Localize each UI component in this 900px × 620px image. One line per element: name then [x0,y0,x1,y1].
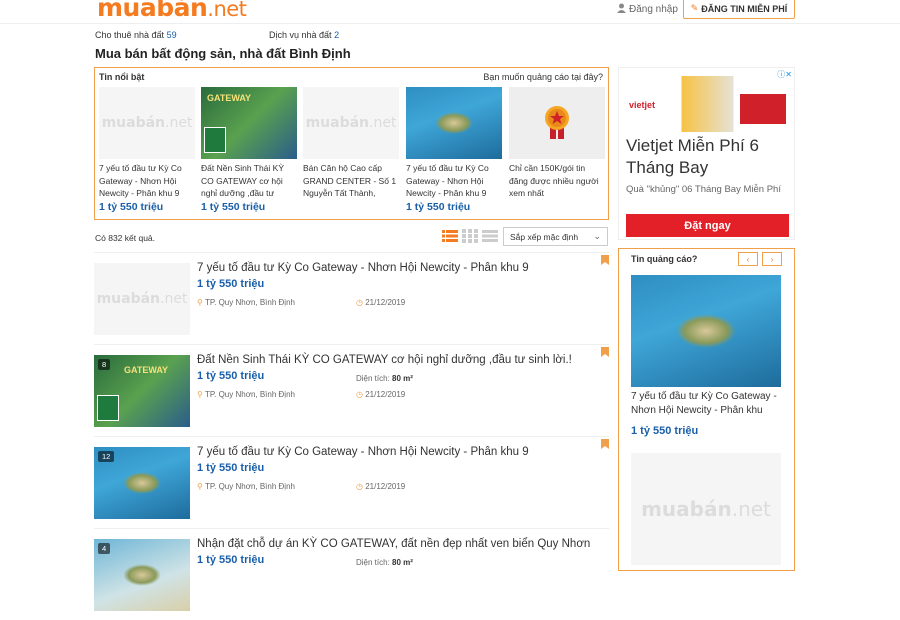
advertise-here-link[interactable]: Bạn muốn quảng cáo tại đây? [483,72,603,82]
prev-arrow-icon[interactable]: ‹ [738,252,758,266]
subnav-item-services[interactable]: Dịch vụ nhà đất 2 [269,30,339,40]
featured-card-title: Bán Căn hộ Cao cấp GRAND CENTER - Số 1 N… [303,163,397,198]
clock-icon: ◷ [356,390,363,399]
listing-row[interactable]: 8 GATEWAY Đất Nền Sinh Thái KỲ CO GATEWAY… [94,344,609,436]
sort-select[interactable]: Sắp xếp mặc định ⌄ [503,227,608,246]
featured-card-title: 7 yếu tố đầu tư Kỳ Co Gateway - Nhơn Hội… [99,163,182,198]
grid-view-icon[interactable] [462,229,478,243]
clock-icon: ◷ [356,482,363,491]
sidebar-ads: Tin quảng cáo? ‹ › 7 yếu tố đầu tư Kỳ Co… [618,248,795,571]
featured-card[interactable]: 7 yếu tố đầu tư Kỳ Co Gateway - Nhơn Hội… [406,87,502,213]
ad-choices-icon[interactable]: ⓘ✕ [777,69,792,80]
listing-area: Diện tích: 80 m² [356,558,413,567]
ad-headline: Vietjet Miễn Phí 6 Tháng Bay [626,136,759,177]
view-toggle [442,229,498,243]
listing-area: Diện tích: 80 m² [356,374,413,383]
star-medal-icon [545,106,569,139]
vietjet-ad[interactable]: vietjet ⓘ✕ Vietjet Miễn Phí 6 Tháng Bay … [618,67,795,240]
sea-aerial-image: 4 [94,539,190,611]
site-logo[interactable]: muabán.net [97,0,247,24]
result-count: Có 832 kết quả. [95,233,156,243]
sidebar-item-title[interactable]: 7 yếu tố đầu tư Kỳ Co Gateway - Nhơn Hội… [631,390,786,418]
subnav-item-rent[interactable]: Cho thuê nhà đất 59 [95,30,177,40]
sea-aerial-image [406,87,502,159]
listing-row[interactable]: 12 7 yếu tố đầu tư Kỳ Co Gateway - Nhơn … [94,436,609,528]
featured-box: Tin nổi bật Bạn muốn quảng cáo tại đây? … [94,67,609,220]
placeholder-image: muabán.net [303,87,399,159]
sea-aerial-image[interactable] [631,275,781,387]
listing-date: ◷ 21/12/2019 [356,298,406,307]
map-pin-icon: ⚲ [197,482,203,491]
listing-location: ⚲ TP. Quy Nhơn, Bình Định [197,298,295,307]
photo-count-badge: 12 [98,451,115,462]
bookmark-icon[interactable] [601,255,609,265]
list-view-icon[interactable] [442,229,458,243]
featured-card-title: Đất Nền Sinh Thái KỲ CO GATEWAY cơ hội n… [201,163,284,198]
page-title: Mua bán bất động sản, nhà đất Bình Định [95,46,351,61]
pencil-icon: ✎ [690,3,699,13]
post-free-button[interactable]: ✎ ĐĂNG TIN MIỄN PHÍ [683,0,795,19]
login-label: Đăng nhập [629,4,678,15]
photo-count-badge: 4 [98,543,111,554]
photo-count-badge: 8 [98,359,111,370]
featured-card[interactable]: Chỉ cần 150K/gói tin đăng được nhiều ngư… [509,87,605,201]
featured-card-price: 1 tỷ 550 triệu [406,201,471,213]
bookmark-icon[interactable] [601,439,609,449]
gateway-image: 8 GATEWAY [94,355,190,427]
featured-card[interactable]: muabán.net Bán Căn hộ Cao cấp GRAND CENT… [303,87,399,201]
ad-banner-image: vietjet [626,76,789,132]
sea-aerial-image: 12 [94,447,190,519]
gateway-image: GATEWAY [201,87,297,159]
featured-card[interactable]: GATEWAY Đất Nền Sinh Thái KỲ CO GATEWAY … [201,87,297,213]
ad-subtext: Quà "khủng" 06 Tháng Bay Miễn Phí [626,184,781,195]
featured-card-title: 7 yếu tố đầu tư Kỳ Co Gateway - Nhơn Hội… [406,163,489,198]
sidebar-item-price: 1 tỷ 550 triệu [631,425,699,437]
listing-price: 1 tỷ 550 triệu [197,278,265,290]
compact-view-icon[interactable] [482,229,498,243]
ad-cta-button[interactable]: Đặt ngay [626,214,789,237]
listing-price: 1 tỷ 550 triệu [197,370,265,382]
listing-title[interactable]: 7 yếu tố đầu tư Kỳ Co Gateway - Nhơn Hội… [197,262,529,274]
listing-row[interactable]: muabán.net 7 yếu tố đầu tư Kỳ Co Gateway… [94,252,609,344]
post-free-label: ĐĂNG TIN MIỄN PHÍ [701,3,788,14]
listing-title[interactable]: 7 yếu tố đầu tư Kỳ Co Gateway - Nhơn Hội… [197,446,529,458]
listing-date: ◷ 21/12/2019 [356,482,406,491]
map-pin-icon: ⚲ [197,390,203,399]
bookmark-icon[interactable] [601,347,609,357]
medal-image [509,87,605,159]
clock-icon: ◷ [356,298,363,307]
featured-card-title: Chỉ cần 150K/gói tin đăng được nhiều ngư… [509,163,599,198]
next-arrow-icon[interactable]: › [762,252,782,266]
sort-select-value: Sắp xếp mặc định [510,231,579,242]
placeholder-image: muabán.net [94,263,190,335]
featured-heading: Tin nổi bật [99,72,145,82]
login-link[interactable]: Đăng nhập [617,3,678,16]
chevron-down-icon: ⌄ [593,231,601,241]
featured-card-price: 1 tỷ 550 triệu [99,201,164,213]
placeholder-image[interactable]: muabán.net [631,453,781,565]
listing-price: 1 tỷ 550 triệu [197,554,265,566]
listing-location: ⚲ TP. Quy Nhơn, Bình Định [197,482,295,491]
site-header: muabán.net Đăng nhập ✎ ĐĂNG TIN MIỄN PHÍ [0,0,900,24]
listing-title[interactable]: Nhận đặt chỗ dự án KỲ CO GATEWAY, đất nề… [197,538,590,550]
listing-title[interactable]: Đất Nền Sinh Thái KỲ CO GATEWAY cơ hội n… [197,354,572,366]
user-icon [617,3,626,16]
listing-location: ⚲ TP. Quy Nhơn, Bình Định [197,390,295,399]
map-pin-icon: ⚲ [197,298,203,307]
featured-card[interactable]: muabán.net 7 yếu tố đầu tư Kỳ Co Gateway… [99,87,195,213]
listing-row[interactable]: 4 Nhận đặt chỗ dự án KỲ CO GATEWAY, đất … [94,528,609,620]
featured-card-price: 1 tỷ 550 triệu [201,201,266,213]
sidebar-heading: Tin quảng cáo? [631,254,698,264]
listing-price: 1 tỷ 550 triệu [197,462,265,474]
placeholder-image: muabán.net [99,87,195,159]
listing-date: ◷ 21/12/2019 [356,390,406,399]
